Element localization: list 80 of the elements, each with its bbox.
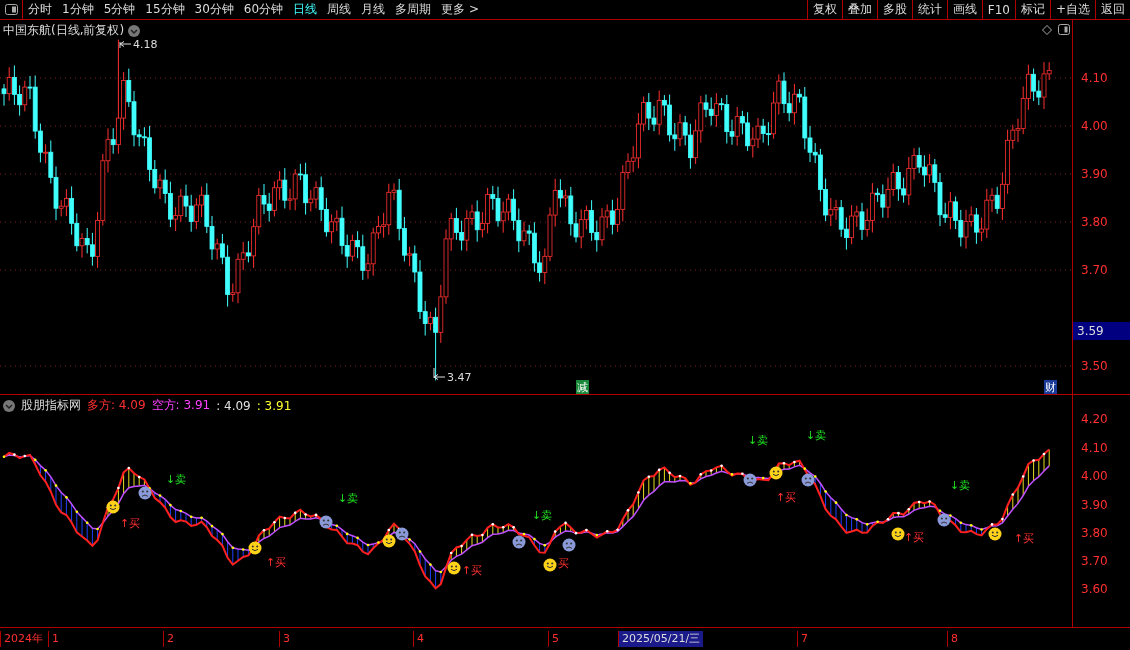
legend-value: : 4.09 [216, 398, 251, 413]
sad-face-icon [937, 513, 951, 527]
indicator-axis-label: 3.70 [1081, 554, 1108, 568]
current-price-tag: 3.59 [1073, 322, 1130, 340]
price-axis-label: 3.90 [1081, 167, 1108, 181]
indicator-axis-label: 3.60 [1081, 582, 1108, 596]
date-axis-label: 2 [163, 631, 177, 647]
chevron-down-icon[interactable] [128, 24, 141, 37]
sell-signal: ↓卖 [950, 478, 971, 493]
smiling-face-icon [248, 541, 262, 555]
leader-line [433, 367, 446, 380]
indicator-axis-label: 3.80 [1081, 526, 1108, 540]
period-tab[interactable]: 月线 [356, 0, 391, 19]
chart-title: 中国东航(日线,前复权) [3, 22, 125, 39]
indicator-name: 股朋指标网 [21, 397, 81, 414]
date-axis-label: 5 [548, 631, 562, 647]
date-axis-label: 2025/05/21/三 [618, 631, 704, 647]
date-axis-label: 4 [413, 631, 427, 647]
smiling-face-icon [769, 466, 783, 480]
buy-signal: ↑买 [1014, 531, 1035, 546]
period-tab[interactable]: 1分钟 [57, 0, 99, 19]
legend-value: : 3.91 [256, 398, 292, 413]
sad-face-icon [562, 538, 576, 552]
smiling-face-icon [988, 527, 1002, 541]
panel-toggle-icon[interactable] [1058, 24, 1070, 35]
sad-face-icon [319, 515, 333, 529]
price-axis-label: 4.00 [1081, 119, 1108, 133]
sad-face-icon [395, 527, 409, 541]
indicator-axis-label: 4.20 [1081, 412, 1108, 426]
indicator-axis-label: 3.90 [1081, 498, 1108, 512]
diamond-icon[interactable] [1042, 25, 1052, 35]
low-price-label: 3.47 [447, 371, 472, 384]
period-tab[interactable]: 15分钟 [140, 0, 190, 19]
smiling-face-icon [543, 558, 557, 572]
period-tab[interactable]: 30分钟 [189, 0, 239, 19]
buy-signal: 买 [558, 556, 569, 571]
buy-signal: ↑买 [120, 516, 141, 531]
date-axis-label: 2024年 [0, 631, 46, 647]
sell-signal: ↓卖 [338, 491, 359, 506]
date-axis-label: 8 [947, 631, 961, 647]
high-price-label: 4.18 [133, 38, 158, 51]
smiling-face-icon [891, 527, 905, 541]
sell-signal: ↓卖 [532, 508, 553, 523]
buy-signal: ↑买 [776, 490, 797, 505]
price-axis-label: 3.70 [1081, 263, 1108, 277]
legend-value: 多方: 4.09 [87, 397, 146, 414]
sell-signal: ↓卖 [748, 433, 769, 448]
buy-signal: ↑买 [266, 555, 287, 570]
legend-value: 空方: 3.91 [151, 397, 211, 414]
period-tab[interactable]: 5分钟 [98, 0, 141, 19]
indicator-axis-label: 4.00 [1081, 469, 1108, 483]
period-tab[interactable]: 60分钟 [238, 0, 289, 19]
buy-signal: ↑买 [904, 530, 925, 545]
smiling-face-icon [106, 500, 120, 514]
panel-toggle-icon [4, 4, 18, 15]
chevron-down-icon[interactable] [3, 399, 15, 412]
date-axis-label: 3 [279, 631, 293, 647]
period-tab[interactable]: 日线 [288, 0, 323, 19]
sad-face-icon [801, 473, 815, 487]
sad-face-icon [138, 486, 152, 500]
sad-face-icon [512, 535, 526, 549]
period-tab[interactable]: 分时 [23, 0, 57, 19]
period-tab[interactable]: 更多 > [436, 0, 484, 19]
price-axis-label: 4.10 [1081, 71, 1108, 85]
smiling-face-icon [382, 534, 396, 548]
period-tab[interactable]: 多周期 [390, 0, 437, 19]
event-marker[interactable]: 财 [1044, 380, 1057, 394]
smiling-face-icon [447, 561, 461, 575]
date-axis-label: 7 [797, 631, 811, 647]
indicator-axis-label: 4.10 [1081, 441, 1108, 455]
price-axis-label: 3.50 [1081, 359, 1108, 373]
event-marker[interactable]: 减 [576, 380, 589, 394]
buy-signal: ↑买 [462, 563, 483, 578]
leader-line [119, 41, 132, 49]
date-axis-label: 1 [48, 631, 62, 647]
sell-signal: ↓卖 [806, 428, 827, 443]
price-axis-label: 3.80 [1081, 215, 1108, 229]
sad-face-icon [743, 473, 757, 487]
period-tab[interactable]: 周线 [322, 0, 357, 19]
sell-signal: ↓卖 [166, 472, 187, 487]
